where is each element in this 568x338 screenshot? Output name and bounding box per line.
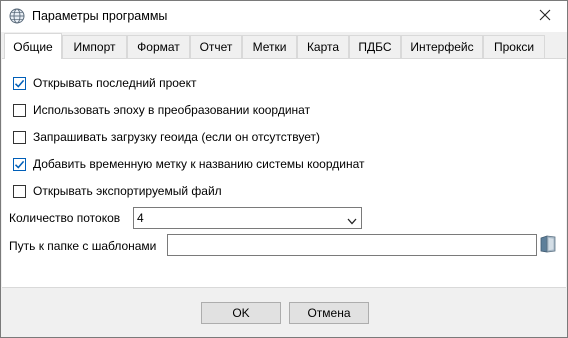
chevron-down-icon: [347, 214, 357, 228]
app-globe-icon: [9, 8, 25, 24]
tab-label: ПДБС: [358, 40, 392, 54]
checkmark-icon: [14, 79, 25, 88]
dialog-footer: [1, 289, 567, 337]
open-exported-file-label: Открывать экспортируемый файл: [33, 184, 222, 198]
cancel-button[interactable]: Отмена: [289, 302, 369, 324]
close-button[interactable]: [523, 1, 567, 32]
add-timestamp-checkbox[interactable]: [13, 157, 26, 171]
tab-pdbs[interactable]: ПДБС: [349, 35, 401, 58]
add-timestamp-option[interactable]: Добавить временную метку к названию сист…: [13, 156, 365, 172]
tab-label: Карта: [306, 40, 340, 54]
settings-dialog: Параметры программы Общие Импорт Формат …: [0, 0, 568, 338]
templates-path-label: Путь к папке с шаблонами: [9, 239, 157, 253]
tab-map[interactable]: Карта: [297, 35, 349, 58]
request-geoid-option[interactable]: Запрашивать загрузку геоида (если он отс…: [13, 129, 320, 145]
threads-value: 4: [137, 211, 144, 225]
checkmark-icon: [14, 160, 25, 169]
tab-report[interactable]: Отчет: [190, 35, 242, 58]
window-title: Параметры программы: [32, 9, 168, 23]
use-epoch-checkbox[interactable]: [13, 103, 26, 117]
use-epoch-option[interactable]: Использовать эпоху в преобразовании коор…: [13, 102, 310, 118]
tab-label: Формат: [137, 40, 180, 54]
open-last-project-label: Открывать последний проект: [33, 76, 197, 90]
tab-format[interactable]: Формат: [127, 35, 190, 58]
tab-label: Интерфейс: [410, 40, 474, 54]
request-geoid-label: Запрашивать загрузку геоида (если он отс…: [33, 130, 321, 144]
threads-label: Количество потоков: [9, 211, 121, 225]
tab-label: Прокси: [493, 40, 535, 54]
templates-path-input[interactable]: [167, 234, 537, 256]
folder-icon: [539, 235, 557, 257]
tab-label: Импорт: [73, 40, 116, 54]
open-exported-file-option[interactable]: Открывать экспортируемый файл: [13, 183, 222, 199]
tab-general[interactable]: Общие: [4, 33, 62, 59]
use-epoch-label: Использовать эпоху в преобразовании коор…: [33, 103, 311, 117]
tab-interface[interactable]: Интерфейс: [401, 35, 483, 58]
open-exported-file-checkbox[interactable]: [13, 184, 26, 198]
add-timestamp-label: Добавить временную метку к названию сист…: [33, 157, 365, 171]
tab-label: Общие: [13, 39, 53, 54]
ok-button-label: OK: [232, 306, 250, 320]
tab-strip: Общие Импорт Формат Отчет Метки Карта ПД…: [1, 32, 567, 59]
request-geoid-checkbox[interactable]: [13, 130, 26, 144]
title-bar[interactable]: Параметры программы: [1, 1, 567, 32]
tab-label: Метки: [252, 40, 287, 54]
threads-dropdown[interactable]: 4: [133, 207, 362, 229]
close-icon: [539, 9, 551, 24]
browse-folder-button[interactable]: [539, 234, 557, 254]
tab-label: Отчет: [199, 40, 233, 54]
cancel-button-label: Отмена: [307, 306, 351, 320]
open-last-project-option[interactable]: Открывать последний проект: [13, 75, 196, 91]
open-last-project-checkbox[interactable]: [13, 76, 26, 90]
tab-labels[interactable]: Метки: [242, 35, 297, 58]
ok-button[interactable]: OK: [201, 302, 281, 324]
tab-proxy[interactable]: Прокси: [483, 35, 545, 58]
tab-import[interactable]: Импорт: [62, 35, 127, 58]
